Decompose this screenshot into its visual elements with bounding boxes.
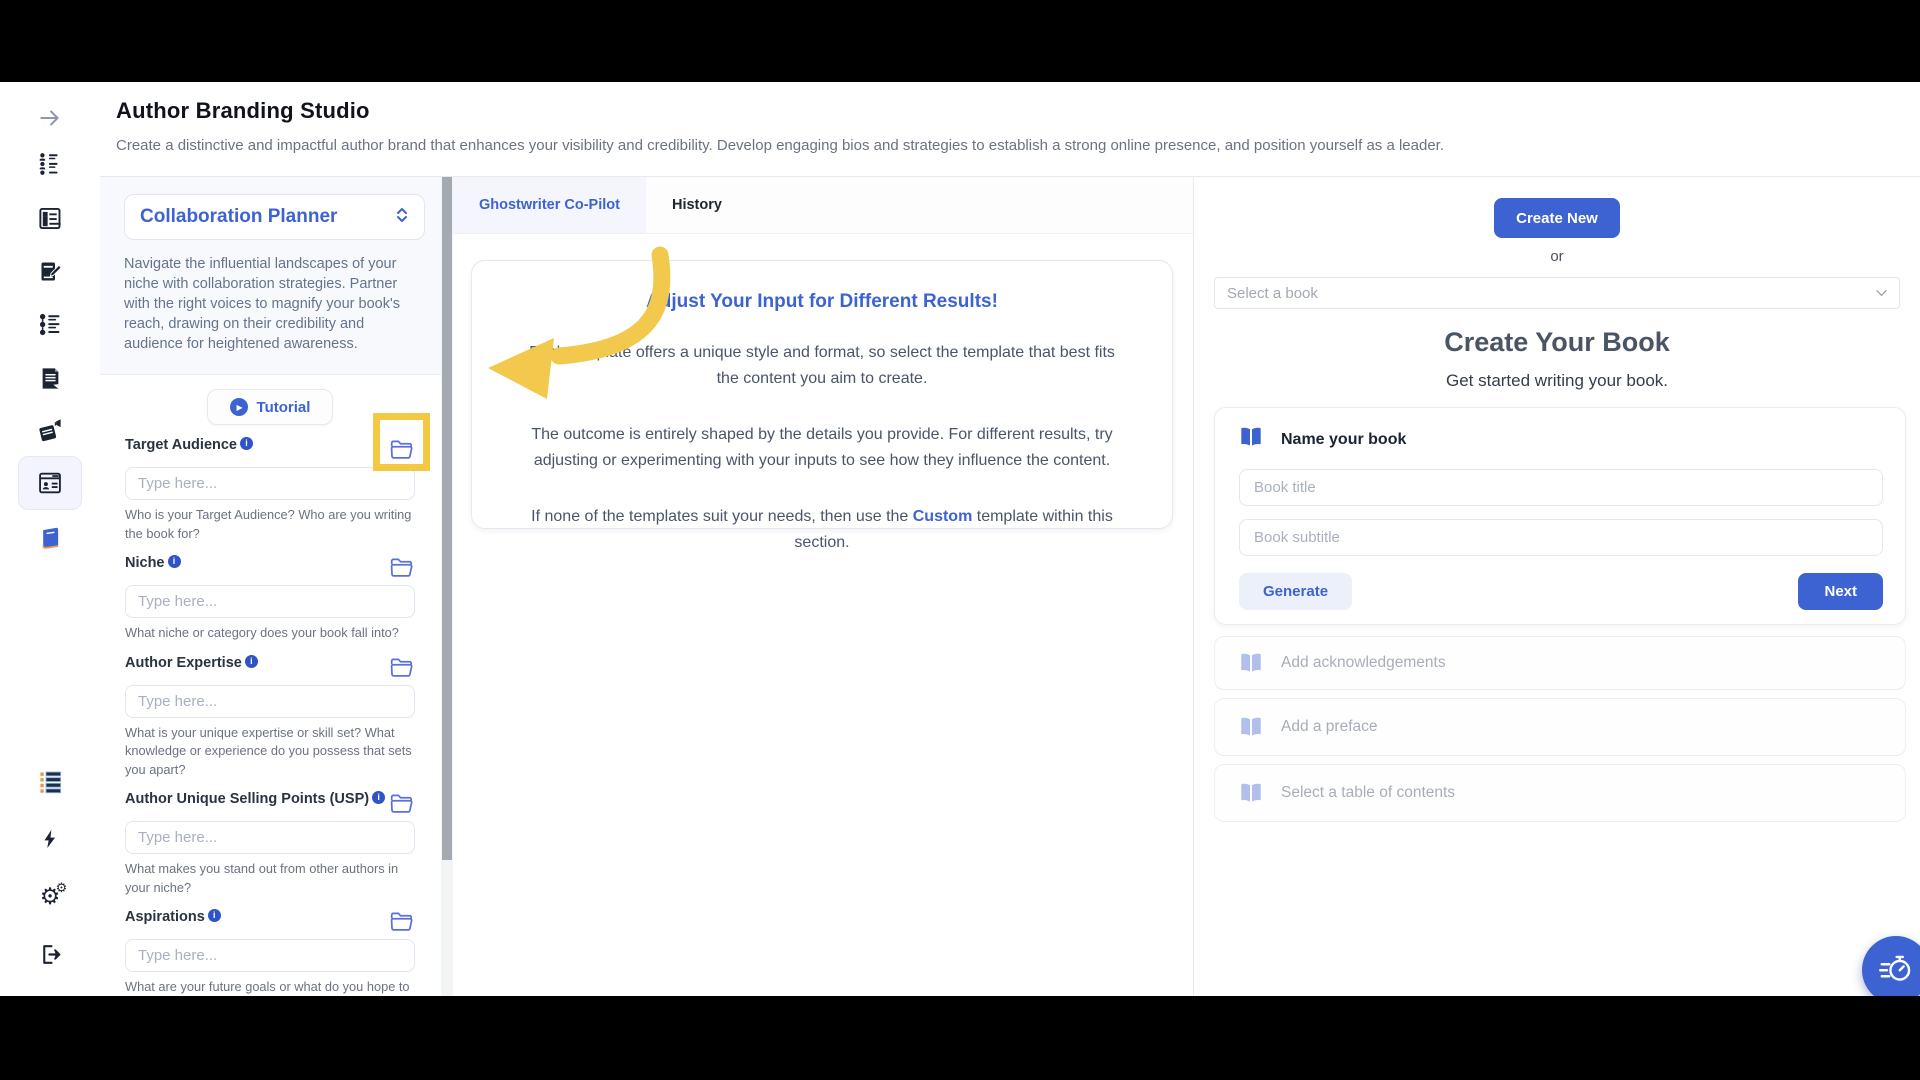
lightning-icon bbox=[39, 826, 61, 852]
sidebar-item-documents[interactable] bbox=[18, 354, 82, 402]
sidebar-item-author-branding[interactable] bbox=[18, 456, 82, 510]
sidebar-rail: ⚙⚙ bbox=[0, 82, 100, 996]
select-toc-row[interactable]: Select a table of contents bbox=[1214, 764, 1906, 822]
info-icon[interactable]: i bbox=[240, 437, 253, 450]
add-acknowledgements-row[interactable]: Add acknowledgements bbox=[1214, 636, 1906, 690]
field-author-expertise: Author Expertisei What is your unique ex… bbox=[125, 655, 415, 780]
app-stage: ⚙⚙ Author Branding Studio Create a disti… bbox=[0, 82, 1920, 996]
folder-icon[interactable] bbox=[389, 793, 415, 815]
chevron-down-icon bbox=[1876, 284, 1887, 302]
sidebar-item-checklist[interactable] bbox=[18, 194, 82, 242]
template-selector[interactable]: Collaboration Planner bbox=[124, 194, 425, 240]
select-book-placeholder: Select a book bbox=[1227, 285, 1318, 302]
info-icon[interactable]: i bbox=[245, 655, 258, 668]
workspace-panel: Ghostwriter Co-Pilot History Adjust Your… bbox=[453, 177, 1193, 996]
notice-paragraph-3: If none of the templates suit your needs… bbox=[528, 504, 1116, 556]
or-label: or bbox=[1214, 248, 1900, 265]
folder-icon[interactable] bbox=[389, 911, 415, 933]
audiobook-icon bbox=[37, 417, 64, 444]
name-your-book-title: Name your book bbox=[1281, 431, 1406, 449]
create-your-book-subheading: Get started writing your book. bbox=[1214, 371, 1900, 391]
collapse-arrow-icon bbox=[37, 105, 63, 131]
sidebar-item-list[interactable] bbox=[18, 757, 82, 805]
tutorial-button[interactable]: ▶ Tutorial bbox=[207, 389, 334, 425]
book-panel: Create New or Select a book Create Your … bbox=[1193, 177, 1920, 996]
settings-gears-icon: ⚙⚙ bbox=[40, 885, 61, 908]
workspace-tabs: Ghostwriter Co-Pilot History bbox=[453, 177, 1193, 234]
notice-paragraph-1: Each template offers a unique style and … bbox=[528, 340, 1116, 392]
page-header: Author Branding Studio Create a distinct… bbox=[100, 82, 1920, 177]
template-selector-label: Collaboration Planner bbox=[140, 206, 337, 228]
info-icon[interactable]: i bbox=[372, 791, 385, 804]
sidebar-item-team[interactable] bbox=[18, 140, 82, 188]
book-title-input[interactable] bbox=[1239, 469, 1883, 506]
target-audience-input[interactable] bbox=[125, 467, 415, 500]
sidebar-item-settings[interactable]: ⚙⚙ bbox=[18, 872, 82, 920]
sidebar-item-quick-actions[interactable] bbox=[18, 815, 82, 863]
planner-description: Navigate the influential landscapes of y… bbox=[124, 254, 425, 354]
field-niche: Nichei What niche or category does your … bbox=[125, 555, 415, 643]
field-aspirations: Aspirationsi What are your future goals … bbox=[125, 909, 415, 996]
sidebar-item-write[interactable] bbox=[18, 247, 82, 295]
add-preface-row[interactable]: Add a preface bbox=[1214, 698, 1906, 756]
name-your-book-card: Name your book Generate Next bbox=[1214, 407, 1906, 625]
page-title: Author Branding Studio bbox=[116, 98, 1920, 124]
writing-book-icon bbox=[37, 258, 64, 285]
author-expertise-input[interactable] bbox=[125, 685, 415, 718]
sidebar-item-collapse[interactable] bbox=[18, 94, 82, 142]
planner-form: ▶ Tutorial Target Audiencei Who is your bbox=[100, 375, 441, 996]
profile-window-icon bbox=[36, 469, 64, 497]
folder-icon[interactable] bbox=[389, 439, 415, 461]
field-usp: Author Unique Selling Points (USP)i What… bbox=[125, 791, 415, 897]
create-new-button[interactable]: Create New bbox=[1494, 198, 1620, 238]
steps-list-icon bbox=[37, 311, 64, 338]
open-book-icon bbox=[1239, 783, 1263, 803]
book-icon bbox=[37, 525, 64, 552]
colored-list-icon bbox=[37, 768, 64, 795]
documents-icon bbox=[37, 365, 64, 392]
planner-panel: Collaboration Planner Navigate the influ… bbox=[100, 177, 441, 996]
info-icon[interactable]: i bbox=[208, 909, 221, 922]
aspirations-input[interactable] bbox=[125, 939, 415, 972]
team-list-icon bbox=[37, 151, 63, 177]
adjust-input-notice-card: Adjust Your Input for Different Results!… bbox=[471, 260, 1173, 529]
select-book-dropdown[interactable]: Select a book bbox=[1214, 277, 1900, 309]
play-icon: ▶ bbox=[230, 398, 248, 416]
planner-scrollbar-track[interactable] bbox=[441, 177, 453, 996]
info-icon[interactable]: i bbox=[168, 555, 181, 568]
checklist-card-icon bbox=[37, 205, 64, 232]
page-subtitle: Create a distinctive and impactful autho… bbox=[116, 137, 1920, 154]
next-button[interactable]: Next bbox=[1798, 573, 1883, 610]
custom-template-link[interactable]: Custom bbox=[913, 508, 973, 525]
niche-input[interactable] bbox=[125, 585, 415, 618]
open-book-icon bbox=[1239, 717, 1263, 737]
notice-paragraph-2: The outcome is entirely shaped by the de… bbox=[528, 422, 1116, 474]
field-target-audience: Target Audiencei Who is your Target Audi… bbox=[125, 437, 415, 543]
open-book-icon bbox=[1239, 653, 1263, 673]
create-your-book-heading: Create Your Book bbox=[1214, 327, 1900, 358]
open-book-icon bbox=[1239, 427, 1263, 452]
logout-icon bbox=[38, 942, 63, 967]
sidebar-item-logout[interactable] bbox=[18, 930, 82, 978]
generate-button[interactable]: Generate bbox=[1239, 573, 1352, 610]
sidebar-item-steps[interactable] bbox=[18, 300, 82, 348]
stopwatch-icon bbox=[1878, 950, 1914, 991]
book-subtitle-input[interactable] bbox=[1239, 519, 1883, 556]
main-row: Collaboration Planner Navigate the influ… bbox=[100, 177, 1920, 996]
chevron-up-down-icon bbox=[394, 205, 410, 230]
usp-input[interactable] bbox=[125, 821, 415, 854]
sidebar-item-audiobook[interactable] bbox=[18, 406, 82, 454]
folder-icon[interactable] bbox=[389, 657, 415, 679]
planner-scrollbar-thumb[interactable] bbox=[442, 177, 452, 860]
tab-ghostwriter-copilot[interactable]: Ghostwriter Co-Pilot bbox=[453, 177, 646, 233]
sidebar-item-book[interactable] bbox=[18, 514, 82, 562]
notice-title: Adjust Your Input for Different Results! bbox=[528, 291, 1116, 313]
folder-icon[interactable] bbox=[389, 557, 415, 579]
planner-top-section: Collaboration Planner Navigate the influ… bbox=[100, 177, 441, 375]
tab-history[interactable]: History bbox=[646, 177, 748, 233]
